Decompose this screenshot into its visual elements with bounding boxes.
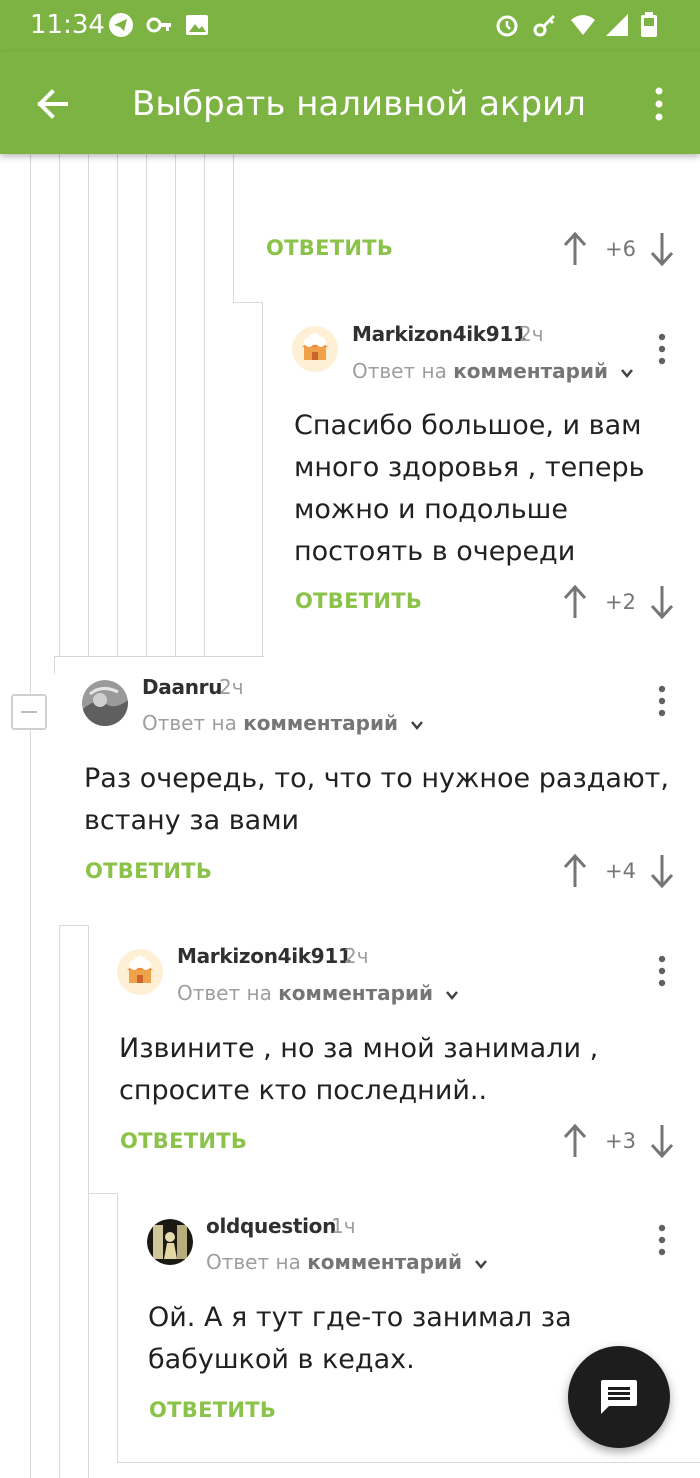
wifi-icon	[571, 15, 595, 35]
comment-line: Ой. А я тут где-то занимал за	[148, 1302, 572, 1333]
reply-target: комментарий	[278, 981, 434, 1005]
arrow-down-icon[interactable]	[648, 1123, 676, 1159]
avatar[interactable]	[292, 326, 338, 372]
chevron-down-icon	[411, 720, 424, 730]
reply-to-link[interactable]: Ответ на комментарий	[206, 1250, 488, 1274]
comment-author[interactable]: Daanru	[142, 675, 222, 699]
comment-time: 2ч	[344, 944, 369, 968]
reply-prefix: Ответ на	[177, 981, 272, 1005]
comment-time: 2ч	[219, 675, 244, 699]
more-vert-icon[interactable]	[656, 955, 668, 987]
comment-text: Ой. А я тут где-то занимал за бабушкой в…	[148, 1297, 572, 1381]
vote-score: +6	[605, 237, 636, 261]
reply-target: комментарий	[243, 711, 399, 735]
vote-score: +3	[605, 1129, 636, 1153]
more-vert-icon[interactable]	[648, 86, 670, 122]
reply-to-link[interactable]: Ответ на комментарий	[352, 359, 634, 383]
comment-time: 2ч	[519, 322, 544, 346]
reply-button[interactable]: ОТВЕТИТЬ	[85, 859, 212, 883]
image-icon	[186, 15, 208, 35]
arrow-up-icon[interactable]	[561, 1123, 589, 1159]
chevron-down-icon	[621, 368, 634, 378]
arrow-down-icon[interactable]	[648, 231, 676, 267]
comment-line: Извините , но за мной занимали ,	[119, 1033, 599, 1064]
reply-button[interactable]: ОТВЕТИТЬ	[295, 589, 422, 613]
reply-prefix: Ответ на	[206, 1250, 301, 1274]
arrow-down-icon[interactable]	[648, 853, 676, 889]
comment-author[interactable]: Markizon4ik911	[177, 944, 352, 968]
status-time: 11:34	[30, 10, 105, 40]
avatar[interactable]	[147, 1219, 193, 1265]
write-comment-fab[interactable]	[568, 1346, 670, 1448]
alarm-icon	[496, 15, 518, 37]
comment-line: Раз очередь, то, что то нужное раздают,	[84, 763, 669, 794]
more-vert-icon[interactable]	[656, 1224, 668, 1256]
comment-author[interactable]: oldquestion	[206, 1214, 336, 1238]
reply-prefix: Ответ на	[142, 711, 237, 735]
reply-target: комментарий	[453, 359, 609, 383]
avatar[interactable]	[82, 680, 128, 726]
reply-target: комментарий	[307, 1250, 463, 1274]
avatar[interactable]	[117, 949, 163, 995]
comment-text: Извините , но за мной занимали , спросит…	[119, 1028, 598, 1112]
telegram-icon	[109, 13, 133, 37]
chevron-down-icon	[446, 990, 459, 1000]
reply-button[interactable]: ОТВЕТИТЬ	[120, 1129, 247, 1153]
comment-line: Спасибо большое, и вам	[294, 410, 642, 441]
vote-score: +2	[605, 590, 636, 614]
comment-line: спросите кто последний..	[119, 1075, 488, 1106]
comment-author[interactable]: Markizon4ik911	[352, 322, 527, 346]
battery-icon	[641, 12, 657, 37]
status-bar: 11:34	[0, 0, 700, 52]
key-icon	[146, 17, 171, 33]
app-bar: Выбрать наливной акрил	[0, 52, 700, 154]
more-vert-icon[interactable]	[656, 333, 668, 365]
comment-time: 1ч	[331, 1214, 356, 1238]
reply-button[interactable]: ОТВЕТИТЬ	[266, 236, 393, 260]
arrow-back-icon[interactable]	[32, 84, 72, 124]
comment-line: бабушкой в кедах.	[148, 1344, 415, 1375]
collapse-thread-button[interactable]	[11, 694, 47, 730]
comment-text: Раз очередь, то, что то нужное раздают, …	[84, 758, 669, 842]
arrow-down-icon[interactable]	[648, 584, 676, 620]
arrow-up-icon[interactable]	[561, 584, 589, 620]
reply-to-link[interactable]: Ответ на комментарий	[142, 711, 424, 735]
more-vert-icon[interactable]	[656, 685, 668, 717]
vote-score: +4	[605, 859, 636, 883]
comment-icon	[601, 1380, 637, 1414]
signal-icon	[606, 14, 628, 36]
page-title: Выбрать наливной акрил	[132, 84, 586, 124]
comment-line: можно и подольше	[294, 494, 568, 525]
vpn-key-icon	[533, 14, 556, 37]
comment-line: постоять в очереди	[294, 536, 576, 567]
reply-prefix: Ответ на	[352, 359, 447, 383]
reply-to-link[interactable]: Ответ на комментарий	[177, 981, 459, 1005]
arrow-up-icon[interactable]	[561, 853, 589, 889]
reply-button[interactable]: ОТВЕТИТЬ	[149, 1398, 276, 1422]
comment-line: много здоровья , теперь	[294, 452, 645, 483]
arrow-up-icon[interactable]	[561, 231, 589, 267]
comment-line: встану за вами	[84, 805, 300, 836]
comment-text: Спасибо большое, и вам много здоровья , …	[294, 405, 645, 573]
chevron-down-icon	[475, 1259, 488, 1269]
